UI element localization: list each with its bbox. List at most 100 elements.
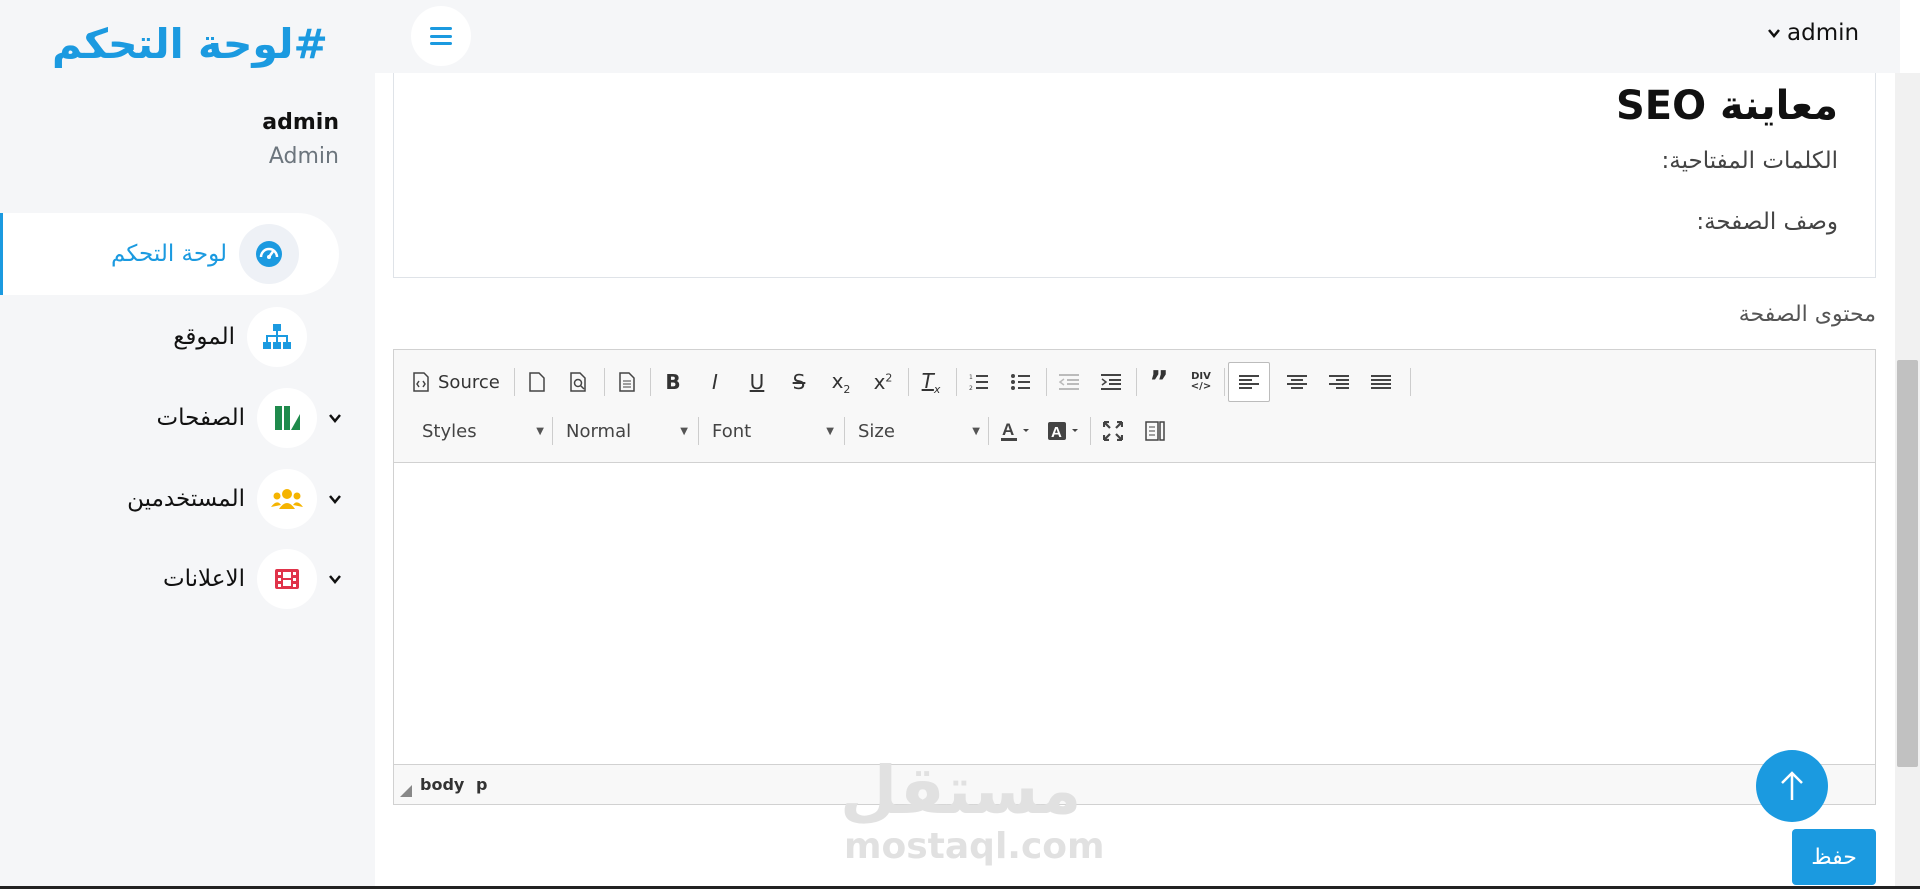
svg-text:A: A (1002, 420, 1014, 439)
chevron-down-icon (327, 491, 343, 507)
outdent-button[interactable] (1050, 364, 1088, 400)
remove-format-icon: Tx (921, 368, 941, 396)
user-menu-label: admin (1787, 20, 1860, 46)
outdent-icon (1059, 374, 1079, 390)
arrow-up-icon (1781, 771, 1803, 800)
menu-toggle-button[interactable] (411, 6, 471, 66)
save-button[interactable]: حفظ (1792, 829, 1876, 885)
chevron-down-icon (327, 571, 343, 587)
justify-icon (1371, 375, 1391, 389)
format-label: Normal (566, 420, 632, 442)
text-color-icon: A (1001, 420, 1029, 441)
editor-content-area[interactable] (394, 463, 1875, 764)
text-color-button[interactable]: A (994, 413, 1038, 449)
users-icon (257, 469, 317, 529)
dropdown-arrow-icon: ▼ (972, 425, 980, 437)
film-icon (257, 549, 317, 609)
bullet-list-button[interactable] (1002, 364, 1040, 400)
bullet-list-icon (1011, 374, 1030, 390)
align-left-button[interactable] (1228, 362, 1270, 402)
templates-icon (619, 372, 635, 392)
sidebar-item-site[interactable]: الموقع (173, 305, 307, 369)
seo-description-label: وصف الصفحة: (1696, 209, 1838, 235)
source-icon (413, 372, 429, 392)
remove-format-button[interactable]: Tx (912, 364, 950, 400)
content-label: محتوى الصفحة (1738, 302, 1876, 327)
seo-title: معاينة SEO (1615, 83, 1838, 129)
subscript-button[interactable]: x2 (822, 364, 860, 400)
path-p[interactable]: p (476, 775, 487, 794)
superscript-icon: x2 (873, 370, 893, 394)
blockquote-button[interactable]: ” (1140, 364, 1178, 400)
new-page-button[interactable] (518, 364, 556, 400)
align-right-icon (1329, 375, 1349, 389)
sidebar-item-label: الموقع (173, 324, 235, 350)
sidebar-item-label: المستخدمين (127, 486, 245, 512)
underline-button[interactable]: U (738, 364, 776, 400)
topbar (375, 0, 1900, 73)
superscript-button[interactable]: x2 (864, 364, 902, 400)
source-button[interactable]: Source (412, 364, 500, 400)
quote-icon: ” (1149, 364, 1169, 400)
svg-text:2: 2 (969, 385, 973, 391)
chevron-down-icon (1768, 29, 1780, 38)
font-dropdown[interactable]: Font ▼ (702, 414, 844, 448)
sidebar-item-pages[interactable]: الصفحات (157, 386, 341, 450)
seo-preview: معاينة SEO الكلمات المفتاحية: وصف الصفحة… (393, 73, 1876, 278)
background-color-button[interactable]: A (1042, 413, 1086, 449)
show-blocks-button[interactable] (1136, 413, 1174, 449)
user-role: Admin (268, 144, 339, 169)
styles-dropdown[interactable]: Styles ▼ (412, 414, 554, 448)
align-center-icon (1287, 375, 1307, 389)
seo-keywords-label: الكلمات المفتاحية: (1661, 148, 1839, 174)
strike-button[interactable]: S (780, 364, 818, 400)
scroll-to-top-button[interactable] (1756, 750, 1828, 822)
size-dropdown[interactable]: Size ▼ (848, 414, 990, 448)
sidebar-item-ads[interactable]: الاعلانات (162, 547, 341, 611)
show-blocks-icon (1145, 421, 1165, 441)
align-left-icon (1239, 375, 1259, 389)
italic-icon: I (712, 370, 718, 394)
templates-button[interactable] (608, 364, 646, 400)
justify-button[interactable] (1362, 364, 1400, 400)
brand-title[interactable]: #لوحة التحكم (52, 14, 328, 74)
numbered-list-icon: 12 (969, 374, 988, 391)
maximize-button[interactable] (1094, 413, 1132, 449)
align-right-button[interactable] (1320, 364, 1358, 400)
align-center-button[interactable] (1278, 364, 1316, 400)
size-label: Size (858, 420, 895, 442)
user-menu[interactable]: admin (1767, 20, 1859, 46)
indent-icon (1101, 374, 1121, 390)
sitemap-icon (247, 307, 307, 367)
resize-handle-icon[interactable] (400, 785, 412, 797)
italic-button[interactable]: I (696, 364, 734, 400)
preview-button[interactable] (560, 364, 598, 400)
watermark-arabic: مستقل (840, 752, 1082, 829)
div-container-button[interactable]: DIV </> (1182, 364, 1220, 400)
source-label: Source (438, 371, 500, 393)
numbered-list-button[interactable]: 12 (960, 364, 998, 400)
dropdown-arrow-icon: ▼ (680, 425, 688, 437)
sidebar-item-label: الاعلانات (162, 566, 245, 592)
sidebar-item-users[interactable]: المستخدمين (127, 467, 341, 531)
subscript-icon: x2 (831, 368, 851, 396)
dropdown-arrow-icon: ▼ (536, 425, 544, 437)
sidebar-item-dashboard[interactable]: لوحة التحكم (0, 213, 339, 295)
underline-icon: U (749, 370, 765, 394)
background-color-icon: A (1048, 422, 1078, 441)
scrollbar-thumb[interactable] (1897, 360, 1918, 767)
sidebar-item-label: لوحة التحكم (111, 241, 227, 267)
svg-text:1: 1 (969, 374, 973, 381)
maximize-icon (1103, 421, 1123, 441)
user-name: admin (262, 110, 339, 135)
new-page-icon (529, 372, 545, 392)
editor-footer: body p (394, 764, 1875, 804)
format-dropdown[interactable]: Normal ▼ (556, 414, 698, 448)
path-body[interactable]: body (420, 775, 464, 794)
dashboard-icon (239, 224, 299, 284)
watermark-latin: mostaql.com (844, 826, 1105, 867)
strikethrough-icon: S (792, 370, 806, 394)
indent-button[interactable] (1092, 364, 1130, 400)
chevron-down-icon (327, 410, 343, 426)
bold-button[interactable]: B (654, 364, 692, 400)
